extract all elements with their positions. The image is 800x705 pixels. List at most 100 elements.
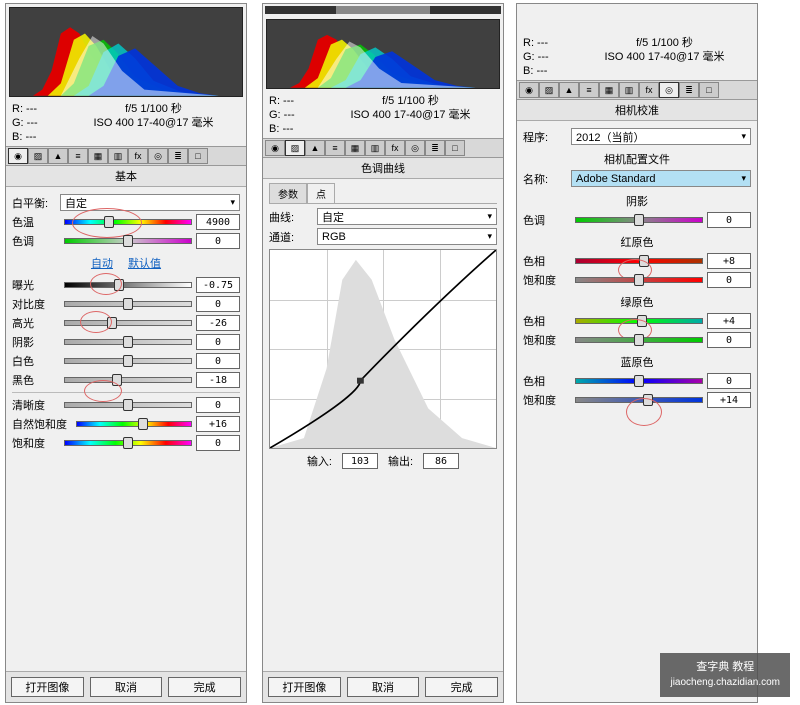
tab-split-icon[interactable]: ▦: [599, 82, 619, 98]
blacks-value[interactable]: -18: [196, 372, 240, 388]
channel-label: 通道:: [269, 229, 317, 245]
blue-hue-slider[interactable]: [575, 378, 703, 384]
cancel-button[interactable]: 取消: [90, 677, 163, 697]
tab-hsl-icon[interactable]: ≡: [68, 148, 88, 164]
channel-select[interactable]: RGB▾: [317, 228, 497, 245]
clarity-slider[interactable]: [64, 402, 192, 408]
tab-lens-icon[interactable]: ▥: [619, 82, 639, 98]
tint-slider[interactable]: [64, 238, 192, 244]
section-title: 色调曲线: [263, 158, 503, 179]
tab-curve-icon[interactable]: ▨: [28, 148, 48, 164]
curve-output-value[interactable]: 86: [423, 453, 459, 469]
tab-detail-icon[interactable]: ▲: [559, 82, 579, 98]
shadow-tint-slider[interactable]: [575, 217, 703, 223]
exposure-slider[interactable]: [64, 282, 192, 288]
meta-exposure: f/5 1/100 秒: [67, 102, 240, 116]
green-hue-slider[interactable]: [575, 318, 703, 324]
tab-lens-icon[interactable]: ▥: [108, 148, 128, 164]
saturation-slider[interactable]: [64, 440, 192, 446]
profile-title: 相机配置文件: [523, 151, 751, 167]
curve-select[interactable]: 自定▾: [317, 208, 497, 225]
process-select[interactable]: 2012（当前）▾: [571, 128, 751, 145]
tab-camera-icon[interactable]: ◎: [405, 140, 425, 156]
tab-snap-icon[interactable]: □: [445, 140, 465, 156]
red-hue-value[interactable]: +8: [707, 253, 751, 269]
tab-basic-icon[interactable]: ◉: [8, 148, 28, 164]
temp-slider[interactable]: [64, 219, 192, 225]
vibrance-label: 自然饱和度: [12, 416, 72, 432]
vibrance-slider[interactable]: [76, 421, 192, 427]
tint-value[interactable]: 0: [196, 233, 240, 249]
clarity-label: 清晰度: [12, 397, 60, 413]
tab-lens-icon[interactable]: ▥: [365, 140, 385, 156]
blue-sat-value[interactable]: +14: [707, 392, 751, 408]
tab-fx-icon[interactable]: fx: [128, 148, 148, 164]
tab-split-icon[interactable]: ▦: [345, 140, 365, 156]
tab-camera-icon[interactable]: ◎: [659, 82, 679, 98]
tab-preset-icon[interactable]: ≣: [168, 148, 188, 164]
shadows-label: 阴影: [12, 334, 60, 350]
blacks-slider[interactable]: [64, 377, 192, 383]
tab-detail-icon[interactable]: ▲: [48, 148, 68, 164]
tab-row: ◉ ▨ ▲ ≡ ▦ ▥ fx ◎ ≣ □: [517, 80, 757, 100]
tab-curve-icon[interactable]: ▨: [285, 140, 305, 156]
tab-split-icon[interactable]: ▦: [88, 148, 108, 164]
subtab-point[interactable]: 点: [307, 183, 335, 203]
chevron-down-icon: ▾: [487, 211, 492, 222]
tab-snap-icon[interactable]: □: [188, 148, 208, 164]
done-button[interactable]: 完成: [425, 677, 498, 697]
whites-value[interactable]: 0: [196, 353, 240, 369]
whites-slider[interactable]: [64, 358, 192, 364]
highlights-value[interactable]: -26: [196, 315, 240, 331]
tab-snap-icon[interactable]: □: [699, 82, 719, 98]
tab-curve-icon[interactable]: ▨: [539, 82, 559, 98]
done-button[interactable]: 完成: [168, 677, 241, 697]
saturation-label: 饱和度: [12, 435, 60, 451]
red-sat-value[interactable]: 0: [707, 272, 751, 288]
saturation-value[interactable]: 0: [196, 435, 240, 451]
green-sat-slider[interactable]: [575, 337, 703, 343]
exposure-value[interactable]: -0.75: [196, 277, 240, 293]
curve-editor[interactable]: [269, 249, 497, 449]
highlights-slider[interactable]: [64, 320, 192, 326]
tab-basic-icon[interactable]: ◉: [519, 82, 539, 98]
tab-basic-icon[interactable]: ◉: [265, 140, 285, 156]
green-hue-value[interactable]: +4: [707, 313, 751, 329]
profile-select[interactable]: Adobe Standard▾: [571, 170, 751, 187]
default-link[interactable]: 默认值: [128, 258, 161, 270]
histogram: [266, 19, 500, 89]
blue-sat-slider[interactable]: [575, 397, 703, 403]
section-title: 基本: [6, 166, 246, 187]
green-sat-value[interactable]: 0: [707, 332, 751, 348]
shadows-value[interactable]: 0: [196, 334, 240, 350]
tab-fx-icon[interactable]: fx: [639, 82, 659, 98]
tab-camera-icon[interactable]: ◎: [148, 148, 168, 164]
contrast-slider[interactable]: [64, 301, 192, 307]
wb-select[interactable]: 自定▾: [60, 194, 240, 211]
tab-hsl-icon[interactable]: ≡: [325, 140, 345, 156]
shadows-slider[interactable]: [64, 339, 192, 345]
auto-link[interactable]: 自动: [91, 258, 113, 270]
shadow-tint-value[interactable]: 0: [707, 212, 751, 228]
temp-value[interactable]: 4900: [196, 214, 240, 230]
red-sat-slider[interactable]: [575, 277, 703, 283]
curve-input-value[interactable]: 103: [342, 453, 378, 469]
clarity-value[interactable]: 0: [196, 397, 240, 413]
tab-hsl-icon[interactable]: ≡: [579, 82, 599, 98]
open-image-button[interactable]: 打开图像: [11, 677, 84, 697]
contrast-value[interactable]: 0: [196, 296, 240, 312]
tab-preset-icon[interactable]: ≣: [425, 140, 445, 156]
meta-block: R: --- G: --- B: --- f/5 1/100 秒 ISO 400…: [6, 100, 246, 146]
tab-preset-icon[interactable]: ≣: [679, 82, 699, 98]
red-hue-slider[interactable]: [575, 258, 703, 264]
vibrance-value[interactable]: +16: [196, 416, 240, 432]
cancel-button[interactable]: 取消: [347, 677, 420, 697]
open-image-button[interactable]: 打开图像: [268, 677, 341, 697]
camera-calibration-panel: R: --- G: --- B: --- f/5 1/100 秒 ISO 400…: [516, 3, 758, 703]
subtab-parametric[interactable]: 参数: [269, 183, 307, 203]
blue-hue-value[interactable]: 0: [707, 373, 751, 389]
tab-detail-icon[interactable]: ▲: [305, 140, 325, 156]
meta-g: G: ---: [12, 116, 67, 130]
tab-fx-icon[interactable]: fx: [385, 140, 405, 156]
temp-label: 色温: [12, 214, 60, 230]
